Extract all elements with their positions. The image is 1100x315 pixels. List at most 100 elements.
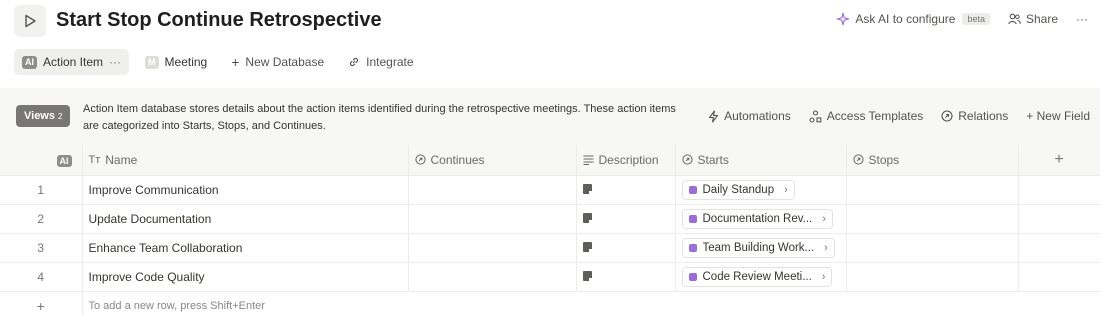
play-icon xyxy=(25,14,36,28)
people-icon xyxy=(1008,13,1021,25)
column-label: Stops xyxy=(868,152,900,167)
chevron-right-icon: › xyxy=(821,270,826,283)
tab-label: New Database xyxy=(245,55,325,69)
column-label: Starts xyxy=(697,152,729,167)
index-badge: AI xyxy=(56,154,72,167)
continues-cell[interactable] xyxy=(408,233,577,263)
automations-label: Automations xyxy=(724,109,791,123)
chevron-right-icon: › xyxy=(822,212,826,225)
table-row[interactable]: 4 Improve Code Quality Code Review Meeti… xyxy=(0,262,1100,292)
description-cell[interactable] xyxy=(576,204,676,234)
starts-cell[interactable]: Daily Standup › xyxy=(675,175,847,205)
link-icon xyxy=(350,57,359,67)
name-cell[interactable]: Update Documentation xyxy=(82,204,409,234)
column-header-name[interactable]: Tᴛ Name xyxy=(82,145,409,176)
column-header-continues[interactable]: Continues xyxy=(408,145,577,176)
starts-cell[interactable]: Code Review Meeti... › xyxy=(675,262,847,292)
stops-cell[interactable] xyxy=(846,262,1019,292)
tab-more-icon[interactable]: ··· xyxy=(109,55,121,69)
tab-integrate[interactable]: Integrate xyxy=(340,49,421,75)
table-row[interactable]: 1 Improve Communication Daily Standup › xyxy=(0,175,1100,205)
table-row[interactable]: 3 Enhance Team Collaboration Team Buildi… xyxy=(0,233,1100,263)
name-cell[interactable]: Improve Code Quality xyxy=(82,262,409,292)
column-header-starts[interactable]: Starts xyxy=(675,145,847,176)
column-label: Continues xyxy=(430,152,485,167)
templates-icon xyxy=(809,109,822,123)
views-button[interactable]: Views 2 xyxy=(16,105,71,127)
tab-label: Integrate xyxy=(366,55,414,69)
empty-cell xyxy=(1018,233,1100,263)
add-row-hint: To add a new row, press Shift+Enter xyxy=(82,291,1100,315)
column-header-description[interactable]: Description xyxy=(576,145,676,176)
views-count: 2 xyxy=(58,111,63,121)
lightning-icon xyxy=(709,109,719,123)
stops-cell[interactable] xyxy=(846,175,1019,205)
chip-label: Documentation Rev... xyxy=(702,212,813,225)
new-field-label: + New Field xyxy=(1026,109,1090,123)
tab-action-item[interactable]: AI Action Item ··· xyxy=(14,49,130,75)
add-row-plus-icon[interactable]: + xyxy=(0,291,83,315)
ask-ai-label: Ask AI to configure xyxy=(855,12,956,26)
name-cell[interactable]: Improve Communication xyxy=(82,175,409,205)
more-options-icon[interactable]: ··· xyxy=(1076,12,1088,26)
record-icon xyxy=(688,214,697,223)
relation-icon xyxy=(681,154,693,165)
continues-cell[interactable] xyxy=(408,175,577,205)
row-number: 4 xyxy=(0,262,83,292)
page-title: Start Stop Continue Retrospective xyxy=(56,9,382,31)
starts-chip[interactable]: Daily Standup › xyxy=(681,179,795,200)
page-icon[interactable] xyxy=(14,5,46,37)
tab-meeting[interactable]: M Meeting xyxy=(137,49,215,75)
name-cell[interactable]: Enhance Team Collaboration xyxy=(82,233,409,263)
database-tabs: AI Action Item ··· M Meeting + New Datab… xyxy=(14,49,422,75)
add-column-button[interactable]: + xyxy=(1018,145,1100,176)
description-cell[interactable] xyxy=(576,233,676,263)
top-bar: Start Stop Continue Retrospective Ask AI… xyxy=(0,0,1100,44)
database-panel: Views 2 Action Item database stores deta… xyxy=(0,88,1100,315)
empty-cell xyxy=(1018,262,1100,292)
top-actions: Ask AI to configure beta Share ··· xyxy=(836,12,1088,26)
tab-label: Meeting xyxy=(164,55,208,69)
starts-cell[interactable]: Documentation Rev... › xyxy=(675,204,847,234)
starts-chip[interactable]: Team Building Work... › xyxy=(681,237,835,258)
continues-cell[interactable] xyxy=(408,262,577,292)
add-row[interactable]: + To add a new row, press Shift+Enter xyxy=(0,291,1100,315)
relation-icon xyxy=(852,154,864,165)
document-icon[interactable] xyxy=(582,212,593,224)
access-templates-label: Access Templates xyxy=(826,109,924,123)
stops-cell[interactable] xyxy=(846,233,1019,263)
record-icon xyxy=(688,185,697,194)
description-cell[interactable] xyxy=(576,262,676,292)
share-button[interactable]: Share xyxy=(1008,12,1058,26)
tab-new-database[interactable]: + New Database xyxy=(223,49,332,75)
row-number: 3 xyxy=(0,233,83,263)
stops-cell[interactable] xyxy=(846,204,1019,234)
starts-cell[interactable]: Team Building Work... › xyxy=(675,233,847,263)
plus-icon: + xyxy=(231,54,240,70)
share-label: Share xyxy=(1025,12,1058,26)
starts-chip[interactable]: Documentation Rev... › xyxy=(681,208,833,229)
ask-ai-button[interactable]: Ask AI to configure beta xyxy=(836,12,990,26)
sparkle-icon xyxy=(837,12,850,26)
tab-label: Action Item xyxy=(43,55,104,69)
access-templates-button[interactable]: Access Templates xyxy=(809,109,924,123)
table-row[interactable]: 2 Update Documentation Documentation Rev… xyxy=(0,204,1100,234)
database-actions: Automations Access Templates Relations +… xyxy=(708,109,1090,123)
new-field-button[interactable]: + New Field xyxy=(1026,109,1090,123)
action-item-badge: AI xyxy=(22,55,37,69)
row-number: 1 xyxy=(0,175,83,205)
automations-button[interactable]: Automations xyxy=(708,109,791,123)
document-icon[interactable] xyxy=(582,270,593,282)
document-icon[interactable] xyxy=(582,241,593,253)
relations-button[interactable]: Relations xyxy=(941,109,1008,123)
continues-cell[interactable] xyxy=(408,204,577,234)
starts-chip[interactable]: Code Review Meeti... › xyxy=(681,266,833,287)
chevron-right-icon: › xyxy=(824,241,828,254)
document-icon[interactable] xyxy=(582,183,593,195)
column-header-stops[interactable]: Stops xyxy=(846,145,1019,176)
chip-label: Daily Standup xyxy=(702,183,775,196)
description-cell[interactable] xyxy=(576,175,676,205)
column-label: Name xyxy=(105,152,138,167)
chip-label: Code Review Meeti... xyxy=(702,270,812,283)
beta-badge: beta xyxy=(962,13,990,25)
